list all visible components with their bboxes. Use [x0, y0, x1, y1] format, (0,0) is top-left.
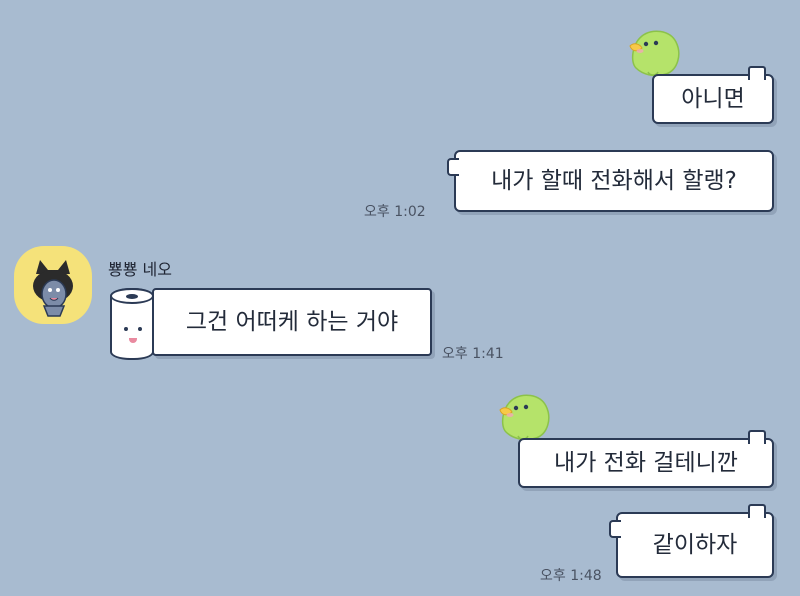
bubble-fold-decoration [748, 504, 766, 518]
avatar[interactable] [14, 246, 92, 324]
message-timestamp: 오후 1:48 [540, 568, 602, 584]
outgoing-message-bubble[interactable]: 내가 할때 전화해서 할랭? [447, 150, 774, 212]
neo-character-icon [33, 260, 73, 317]
outgoing-message-bubble[interactable]: 내가 전화 걸테니깐 [518, 430, 774, 488]
bubble-fold-decoration [447, 158, 459, 176]
message-timestamp: 오후 1:02 [364, 204, 426, 220]
bubble-fold-decoration [748, 430, 766, 444]
sender-name: 뿅뿅 네오 [108, 260, 172, 279]
outgoing-message-bubble[interactable]: 아니면 [652, 66, 774, 124]
message-timestamp: 오후 1:41 [442, 346, 504, 362]
message-text: 아니면 [681, 85, 745, 112]
message-text: 같이하자 [652, 531, 738, 558]
message-text: 내가 할때 전화해서 할랭? [491, 167, 737, 194]
green-bird-sticker-icon [499, 394, 550, 441]
toilet-roll-sticker-icon [110, 288, 154, 360]
outgoing-message-bubble[interactable]: 같이하자 [609, 504, 774, 578]
green-bird-sticker-icon [629, 30, 680, 77]
incoming-message-bubble[interactable]: 그건 어떠케 하는 거야 [152, 288, 432, 356]
bubble-fold-decoration [748, 66, 766, 80]
bubble-fold-decoration [609, 520, 621, 538]
message-text: 그건 어떠케 하는 거야 [185, 308, 399, 335]
message-text: 내가 전화 걸테니깐 [554, 449, 738, 476]
